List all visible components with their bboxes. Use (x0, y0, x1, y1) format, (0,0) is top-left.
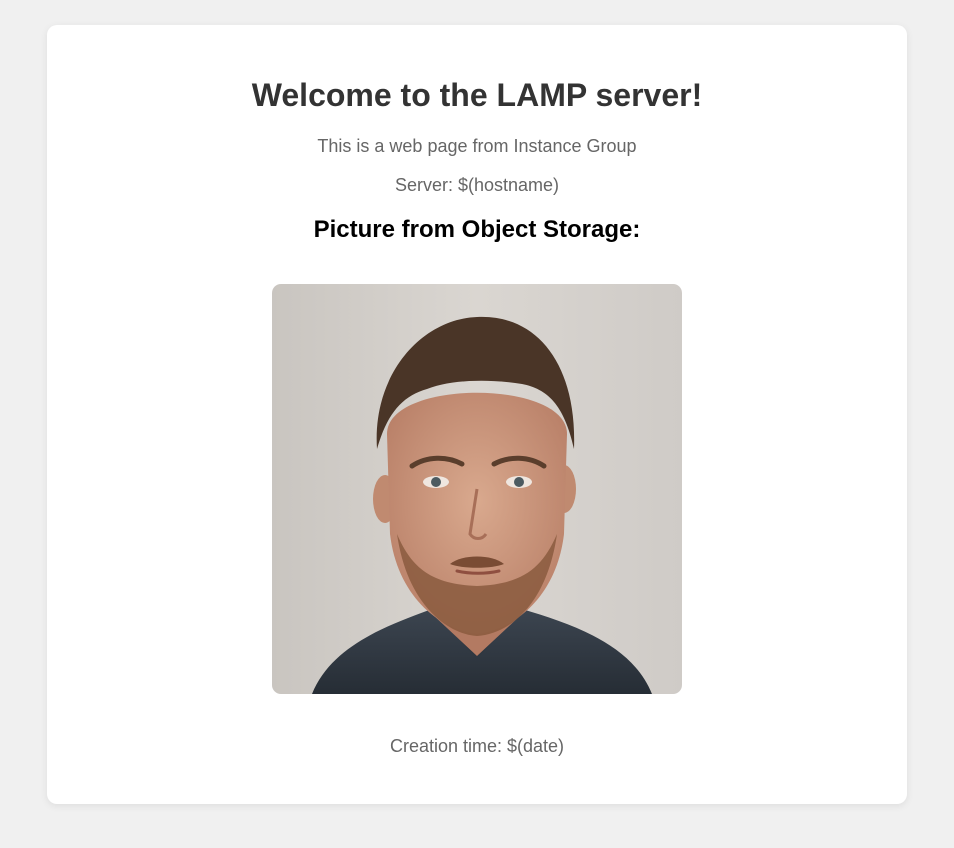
instance-group-text: This is a web page from Instance Group (317, 136, 637, 156)
portrait-image (272, 284, 682, 694)
content-card: Welcome to the LAMP server! This is a we… (47, 25, 907, 804)
picture-heading: Picture from Object Storage: (313, 216, 641, 243)
page-title: Welcome to the LAMP server! (251, 77, 703, 113)
server-hostname-text: Server: $(hostname) (394, 175, 560, 195)
creation-time-text: Creation time: $(date) (389, 736, 565, 756)
object-storage-photo (272, 284, 682, 694)
